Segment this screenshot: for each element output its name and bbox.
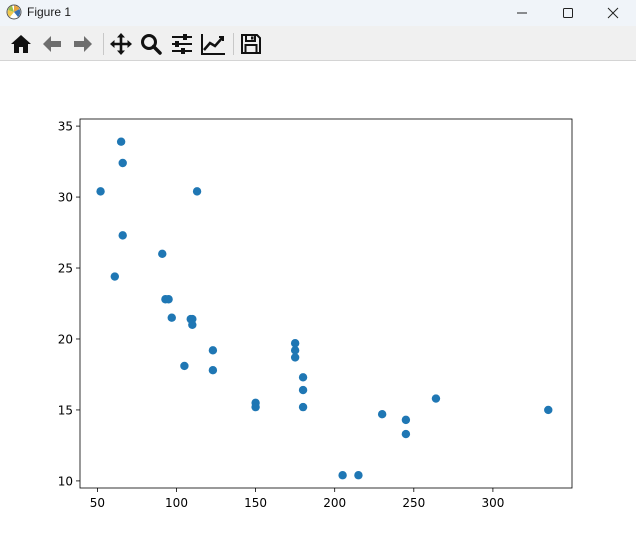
data-point bbox=[118, 231, 127, 240]
x-tick-label: 250 bbox=[402, 496, 425, 510]
configure-subplots-button[interactable] bbox=[169, 31, 195, 57]
x-axis: 50 100 150 200 250 300 bbox=[90, 488, 504, 510]
toolbar-separator bbox=[233, 33, 234, 55]
data-point bbox=[290, 353, 300, 362]
matplotlib-logo-icon bbox=[6, 4, 22, 20]
window-title: Figure 1 bbox=[27, 5, 72, 19]
home-button[interactable] bbox=[8, 31, 34, 57]
maximize-icon bbox=[563, 8, 573, 18]
data-point bbox=[251, 402, 260, 412]
data-point bbox=[188, 320, 197, 329]
figure-canvas[interactable]: 50 100 150 200 250 300 10 15 20 25 30 35 bbox=[0, 61, 636, 538]
x-tick-label: 200 bbox=[323, 496, 346, 510]
data-point bbox=[116, 137, 126, 146]
sliders-icon bbox=[172, 34, 192, 54]
back-button[interactable] bbox=[39, 31, 65, 57]
line-chart-icon bbox=[201, 34, 225, 55]
forward-button[interactable] bbox=[70, 31, 96, 57]
y-tick-label: 25 bbox=[58, 262, 73, 276]
data-point bbox=[110, 272, 120, 281]
data-point bbox=[167, 313, 176, 322]
minimize-button[interactable] bbox=[499, 0, 545, 26]
x-tick-label: 100 bbox=[165, 496, 188, 510]
data-point bbox=[338, 471, 347, 480]
close-icon bbox=[607, 7, 619, 19]
arrow-right-icon bbox=[74, 36, 92, 52]
floppy-disk-icon bbox=[241, 34, 261, 54]
data-point bbox=[164, 295, 173, 304]
data-point bbox=[354, 471, 363, 480]
data-point bbox=[158, 249, 167, 259]
y-tick-label: 10 bbox=[58, 474, 73, 488]
data-point bbox=[298, 373, 308, 382]
zoom-button[interactable] bbox=[138, 31, 164, 57]
minimize-icon bbox=[517, 12, 527, 14]
data-point bbox=[298, 402, 308, 412]
x-tick-label: 50 bbox=[90, 496, 105, 510]
y-tick-label: 15 bbox=[58, 403, 73, 417]
y-tick-label: 20 bbox=[58, 332, 73, 346]
data-point bbox=[401, 415, 411, 425]
x-tick-label: 300 bbox=[481, 496, 504, 510]
y-axis: 10 15 20 25 30 35 bbox=[58, 120, 80, 488]
toolbar-separator bbox=[103, 33, 104, 55]
data-point bbox=[192, 187, 202, 196]
pan-button[interactable] bbox=[108, 31, 134, 57]
x-tick-label: 150 bbox=[244, 496, 267, 510]
edit-axes-button[interactable] bbox=[200, 31, 226, 57]
magnifier-icon bbox=[141, 34, 162, 55]
close-button[interactable] bbox=[590, 0, 636, 26]
data-point bbox=[377, 410, 387, 419]
data-point bbox=[298, 385, 308, 395]
data-point bbox=[96, 187, 105, 196]
window-titlebar: Figure 1 bbox=[0, 0, 636, 26]
home-icon bbox=[11, 35, 31, 53]
data-point bbox=[208, 346, 218, 355]
arrow-left-icon bbox=[43, 36, 61, 52]
data-point bbox=[118, 158, 127, 168]
save-button[interactable] bbox=[238, 31, 264, 57]
y-tick-label: 30 bbox=[58, 191, 73, 205]
move-arrows-icon bbox=[110, 33, 132, 55]
data-point bbox=[544, 405, 553, 415]
data-point bbox=[180, 361, 189, 371]
scatter-plot: 50 100 150 200 250 300 10 15 20 25 30 35 bbox=[58, 118, 573, 510]
navigation-toolbar bbox=[0, 26, 636, 61]
axes-frame bbox=[79, 118, 573, 489]
maximize-button[interactable] bbox=[545, 0, 591, 26]
data-point bbox=[208, 366, 218, 375]
data-point bbox=[401, 429, 411, 439]
data-point bbox=[431, 394, 441, 403]
y-tick-label: 35 bbox=[58, 120, 73, 134]
